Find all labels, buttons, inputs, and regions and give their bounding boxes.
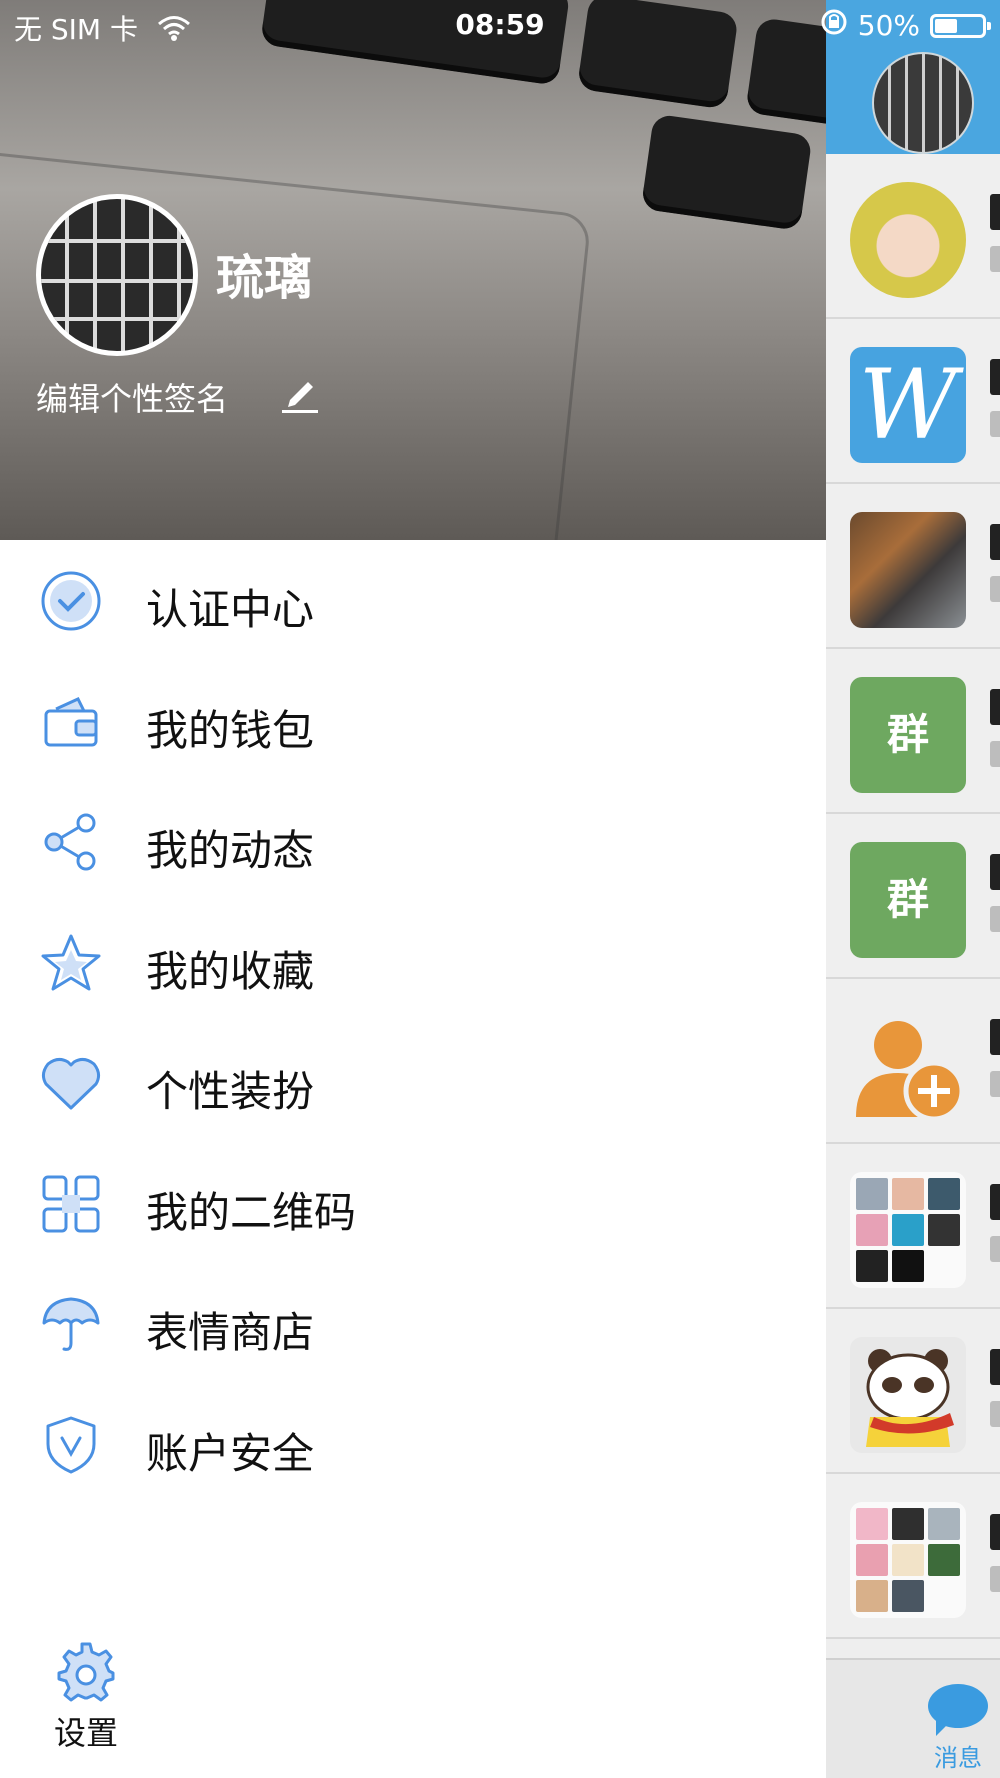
chat-avatar <box>850 182 966 298</box>
menu-item-label: 我的二维码 <box>146 1187 357 1237</box>
chat-avatar <box>850 512 966 628</box>
menu-item-qr-code[interactable]: 我的二维码 <box>0 1143 826 1264</box>
share-icon <box>40 811 102 873</box>
chat-row[interactable] <box>826 1144 1000 1309</box>
side-drawer: 琉璃 编辑个性签名 认证中心 我的钱包 我的动态 我的收藏 个性装扮 我的二维码… <box>0 0 826 1778</box>
chat-title-snippet <box>990 194 1000 230</box>
heart-tag-icon <box>40 1052 102 1114</box>
status-right: 50% <box>820 8 991 43</box>
qr-code-icon <box>40 1173 102 1235</box>
verified-check-icon <box>40 570 102 632</box>
chat-title-snippet <box>990 1514 1000 1550</box>
chat-row[interactable]: 群 <box>826 649 1000 814</box>
menu-item-verification[interactable]: 认证中心 <box>0 540 826 661</box>
chat-title-snippet <box>990 1019 1000 1055</box>
tab-messages[interactable]: 消息 <box>922 1684 994 1773</box>
chat-row[interactable]: W <box>826 319 1000 484</box>
rotation-lock-icon <box>820 8 848 43</box>
chat-preview-snippet <box>990 411 1000 437</box>
menu-item-account-security[interactable]: 账户安全 <box>0 1384 826 1505</box>
add-friend-icon <box>850 1007 966 1123</box>
menu-item-label: 表情商店 <box>146 1308 315 1357</box>
chat-preview-snippet <box>990 246 1000 272</box>
battery-icon <box>930 13 991 38</box>
chat-row[interactable] <box>826 1474 1000 1639</box>
chat-list-pane: W 群 群 消息 <box>826 0 1000 1778</box>
shield-icon <box>40 1414 102 1476</box>
chat-row[interactable] <box>826 979 1000 1144</box>
chat-title-snippet <box>990 1184 1000 1220</box>
menu-item-label: 账户安全 <box>146 1428 315 1478</box>
star-icon <box>40 932 102 994</box>
menu-item-personalize[interactable]: 个性装扮 <box>0 1022 826 1143</box>
profile-header[interactable]: 琉璃 编辑个性签名 <box>0 0 826 540</box>
chat-title-snippet <box>990 524 1000 560</box>
chat-title-snippet <box>990 359 1000 395</box>
group-avatar: 群 <box>850 677 966 793</box>
group-avatar: 群 <box>850 842 966 958</box>
settings-label: 设置 <box>53 1714 118 1752</box>
settings-button[interactable]: 设置 <box>46 1640 126 1754</box>
panda-avatar <box>850 1337 966 1453</box>
chat-preview-snippet <box>990 1236 1000 1262</box>
signature-text[interactable]: 编辑个性签名 <box>36 374 228 420</box>
menu-item-label: 我的动态 <box>146 826 315 875</box>
tab-bar: 消息 <box>826 1658 1000 1778</box>
chat-preview-snippet <box>990 1071 1000 1097</box>
profile-name[interactable]: 琉璃 <box>216 238 312 308</box>
profile-avatar[interactable] <box>36 194 198 356</box>
umbrella-icon <box>40 1293 102 1355</box>
menu-item-favorites[interactable]: 我的收藏 <box>0 902 826 1023</box>
chat-preview-snippet <box>990 741 1000 767</box>
chat-list: W 群 群 <box>826 154 1000 1639</box>
menu-item-wallet[interactable]: 我的钱包 <box>0 661 826 782</box>
menu-item-label: 我的钱包 <box>146 705 315 755</box>
tab-messages-label: 消息 <box>934 1744 982 1772</box>
chat-avatar: W <box>850 347 966 463</box>
drawer-menu: 认证中心 我的钱包 我的动态 我的收藏 个性装扮 我的二维码 表情商店 账户安全 <box>0 540 826 1504</box>
chat-row[interactable]: 群 <box>826 814 1000 979</box>
chat-title-snippet <box>990 689 1000 725</box>
chat-preview-snippet <box>990 1401 1000 1427</box>
status-bar: 无 SIM 卡 08:59 50% <box>0 0 1000 50</box>
chat-preview-snippet <box>990 906 1000 932</box>
menu-item-label: 我的收藏 <box>146 946 315 996</box>
battery-percent: 50% <box>857 9 920 42</box>
chat-title-snippet <box>990 854 1000 890</box>
chat-row[interactable] <box>826 154 1000 319</box>
chat-row[interactable] <box>826 1309 1000 1474</box>
menu-item-sticker-store[interactable]: 表情商店 <box>0 1263 826 1384</box>
group-collage-avatar <box>850 1502 966 1618</box>
chat-title-snippet <box>990 1349 1000 1385</box>
edit-pencil-icon[interactable] <box>280 374 320 414</box>
chat-row[interactable] <box>826 484 1000 649</box>
wallet-icon <box>40 691 102 753</box>
chat-preview-snippet <box>990 576 1000 602</box>
group-collage-avatar <box>850 1172 966 1288</box>
message-bubble-icon <box>928 1684 988 1736</box>
menu-item-label: 个性装扮 <box>146 1067 315 1116</box>
menu-item-moments[interactable]: 我的动态 <box>0 781 826 902</box>
menu-item-label: 认证中心 <box>146 585 315 634</box>
gear-icon <box>55 1640 117 1702</box>
header-avatar[interactable] <box>872 52 974 154</box>
chat-preview-snippet <box>990 1566 1000 1592</box>
